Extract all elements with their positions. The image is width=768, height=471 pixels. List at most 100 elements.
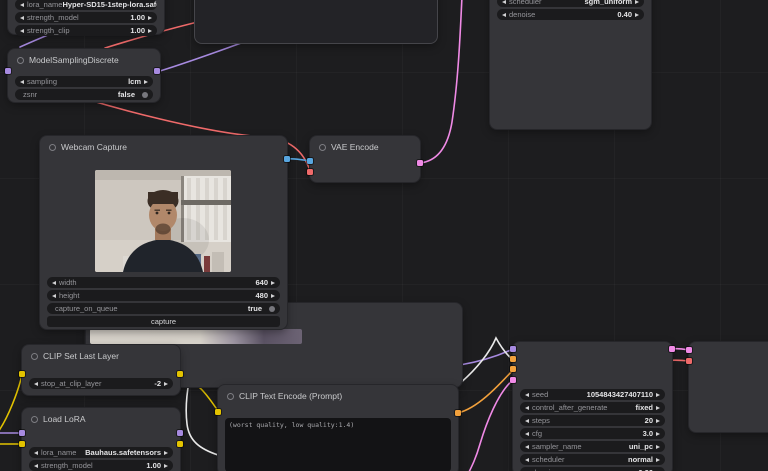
prev-arrow-icon[interactable] <box>20 2 24 7</box>
output-slot-latent[interactable] <box>417 160 423 166</box>
input-slot-pixels[interactable] <box>307 158 313 164</box>
widget-strength-clip[interactable]: strength_clip 1.00 <box>15 25 157 36</box>
node-title-bar[interactable]: Load LoRA <box>22 408 180 424</box>
prev-arrow-icon[interactable] <box>525 444 529 449</box>
input-slot-vae[interactable] <box>307 169 313 175</box>
node-graph-canvas[interactable]: lora_name Hyper-SD15-1step-lora.safet...… <box>0 0 768 471</box>
input-slot-negative[interactable] <box>510 366 516 372</box>
widget-zsnr[interactable]: zsnr false <box>15 89 153 100</box>
input-slot-positive[interactable] <box>510 356 516 362</box>
next-arrow-icon[interactable] <box>656 405 660 410</box>
output-slot-model[interactable] <box>154 68 160 74</box>
widget-stop-at-clip-layer[interactable]: stop_at_clip_layer -2 <box>29 378 173 389</box>
widget-denoise[interactable]: denoise 0.90 <box>520 467 665 471</box>
node-title-bar[interactable]: CLIP Set Last Layer <box>22 345 180 361</box>
next-arrow-icon[interactable] <box>656 457 660 462</box>
decrement-arrow-icon[interactable] <box>52 280 56 285</box>
widget-steps[interactable]: steps 20 <box>520 415 665 426</box>
decrement-arrow-icon[interactable] <box>502 12 506 17</box>
node-vae-decode[interactable] <box>689 342 768 432</box>
prompt-textarea[interactable]: (worst quality, low quality:1.4) <box>225 418 451 471</box>
widget-lora-name[interactable]: lora_name Hyper-SD15-1step-lora.safet... <box>15 0 157 10</box>
boolean-toggle[interactable] <box>142 91 148 98</box>
decrement-arrow-icon[interactable] <box>525 392 529 397</box>
increment-arrow-icon[interactable] <box>164 463 168 468</box>
prev-arrow-icon[interactable] <box>34 450 38 455</box>
input-slot-latent-image[interactable] <box>510 377 516 383</box>
prev-arrow-icon[interactable] <box>525 457 529 462</box>
node-title-bar[interactable]: Webcam Capture <box>40 136 287 152</box>
widget-control-after-generate[interactable]: control_after_generate fixed <box>520 402 665 413</box>
node-preview-top[interactable] <box>195 0 437 43</box>
decrement-arrow-icon[interactable] <box>34 463 38 468</box>
input-slot-samples[interactable] <box>686 347 692 353</box>
prev-arrow-icon[interactable] <box>525 405 529 410</box>
next-arrow-icon[interactable] <box>144 79 148 84</box>
collapse-dot-icon[interactable] <box>31 352 38 360</box>
widget-lora-name[interactable]: lora_name Bauhaus.safetensors <box>29 447 173 458</box>
output-slot-image[interactable] <box>284 156 290 162</box>
increment-arrow-icon[interactable] <box>148 28 152 33</box>
decrement-arrow-icon[interactable] <box>34 381 38 386</box>
capture-button[interactable]: capture <box>47 316 280 327</box>
increment-arrow-icon[interactable] <box>656 392 660 397</box>
widget-capture-on-queue[interactable]: capture_on_queue true <box>47 303 280 314</box>
decrement-arrow-icon[interactable] <box>52 293 56 298</box>
output-slot-clip[interactable] <box>177 441 183 447</box>
node-load-lora[interactable]: Load LoRA lora_name Bauhaus.safetensors … <box>22 408 180 471</box>
collapse-dot-icon[interactable] <box>17 56 24 64</box>
decrement-arrow-icon[interactable] <box>525 418 529 423</box>
node-title-bar[interactable]: VAE Encode <box>310 136 420 152</box>
widget-strength-model[interactable]: strength_model 1.00 <box>15 12 157 23</box>
increment-arrow-icon[interactable] <box>635 12 639 17</box>
boolean-toggle[interactable] <box>269 305 275 312</box>
increment-arrow-icon[interactable] <box>164 381 168 386</box>
node-hyper-lora-loader[interactable]: lora_name Hyper-SD15-1step-lora.safet...… <box>8 0 164 36</box>
node-webcam-capture[interactable]: Webcam Capture width 640 height 480 capt… <box>40 136 287 329</box>
widget-scheduler[interactable]: scheduler normal <box>520 454 665 465</box>
widget-seed[interactable]: seed 1054843427407110 <box>520 389 665 400</box>
increment-arrow-icon[interactable] <box>148 15 152 20</box>
input-slot-clip[interactable] <box>19 371 25 377</box>
next-arrow-icon[interactable] <box>656 444 660 449</box>
output-slot-latent[interactable] <box>669 346 675 352</box>
increment-arrow-icon[interactable] <box>656 431 660 436</box>
decrement-arrow-icon[interactable] <box>20 15 24 20</box>
input-slot-clip[interactable] <box>215 409 221 415</box>
prev-arrow-icon[interactable] <box>502 0 506 4</box>
input-slot-model[interactable] <box>510 346 516 352</box>
widget-width[interactable]: width 640 <box>47 277 280 288</box>
output-slot-model[interactable] <box>177 430 183 436</box>
node-model-sampling-discrete[interactable]: ModelSamplingDiscrete sampling lcm zsnr … <box>8 49 160 102</box>
node-clip-text-encode[interactable]: CLIP Text Encode (Prompt) (worst quality… <box>218 385 458 471</box>
increment-arrow-icon[interactable] <box>656 418 660 423</box>
widget-sampling[interactable]: sampling lcm <box>15 76 153 87</box>
widget-sampler-name[interactable]: sampler_name uni_pc <box>520 441 665 452</box>
next-arrow-icon[interactable] <box>164 450 168 455</box>
decrement-arrow-icon[interactable] <box>20 28 24 33</box>
increment-arrow-icon[interactable] <box>271 280 275 285</box>
output-slot-clip[interactable] <box>177 371 183 377</box>
widget-strength-model[interactable]: strength_model 1.00 <box>29 460 173 471</box>
node-ksampler-top[interactable]: scheduler sgm_uniform denoise 0.40 <box>490 0 651 129</box>
input-slot-vae[interactable] <box>686 358 692 364</box>
prev-arrow-icon[interactable] <box>20 79 24 84</box>
input-slot-model[interactable] <box>19 430 25 436</box>
node-title-bar[interactable]: CLIP Text Encode (Prompt) <box>218 385 458 401</box>
node-clip-set-last-layer[interactable]: CLIP Set Last Layer stop_at_clip_layer -… <box>22 345 180 395</box>
output-slot-conditioning[interactable] <box>455 410 461 416</box>
collapse-dot-icon[interactable] <box>319 143 326 151</box>
input-slot-model[interactable] <box>5 68 11 74</box>
widget-denoise[interactable]: denoise 0.40 <box>497 9 644 20</box>
node-ksampler[interactable]: seed 1054843427407110 control_after_gene… <box>513 342 672 471</box>
collapse-dot-icon[interactable] <box>31 415 38 423</box>
widget-height[interactable]: height 480 <box>47 290 280 301</box>
node-vae-encode[interactable]: VAE Encode <box>310 136 420 182</box>
widget-scheduler[interactable]: scheduler sgm_uniform <box>497 0 644 7</box>
input-slot-clip[interactable] <box>19 441 25 447</box>
next-arrow-icon[interactable] <box>635 0 639 4</box>
widget-cfg[interactable]: cfg 3.0 <box>520 428 665 439</box>
node-title-bar[interactable]: ModelSamplingDiscrete <box>8 49 160 65</box>
collapse-dot-icon[interactable] <box>49 143 56 151</box>
decrement-arrow-icon[interactable] <box>525 431 529 436</box>
